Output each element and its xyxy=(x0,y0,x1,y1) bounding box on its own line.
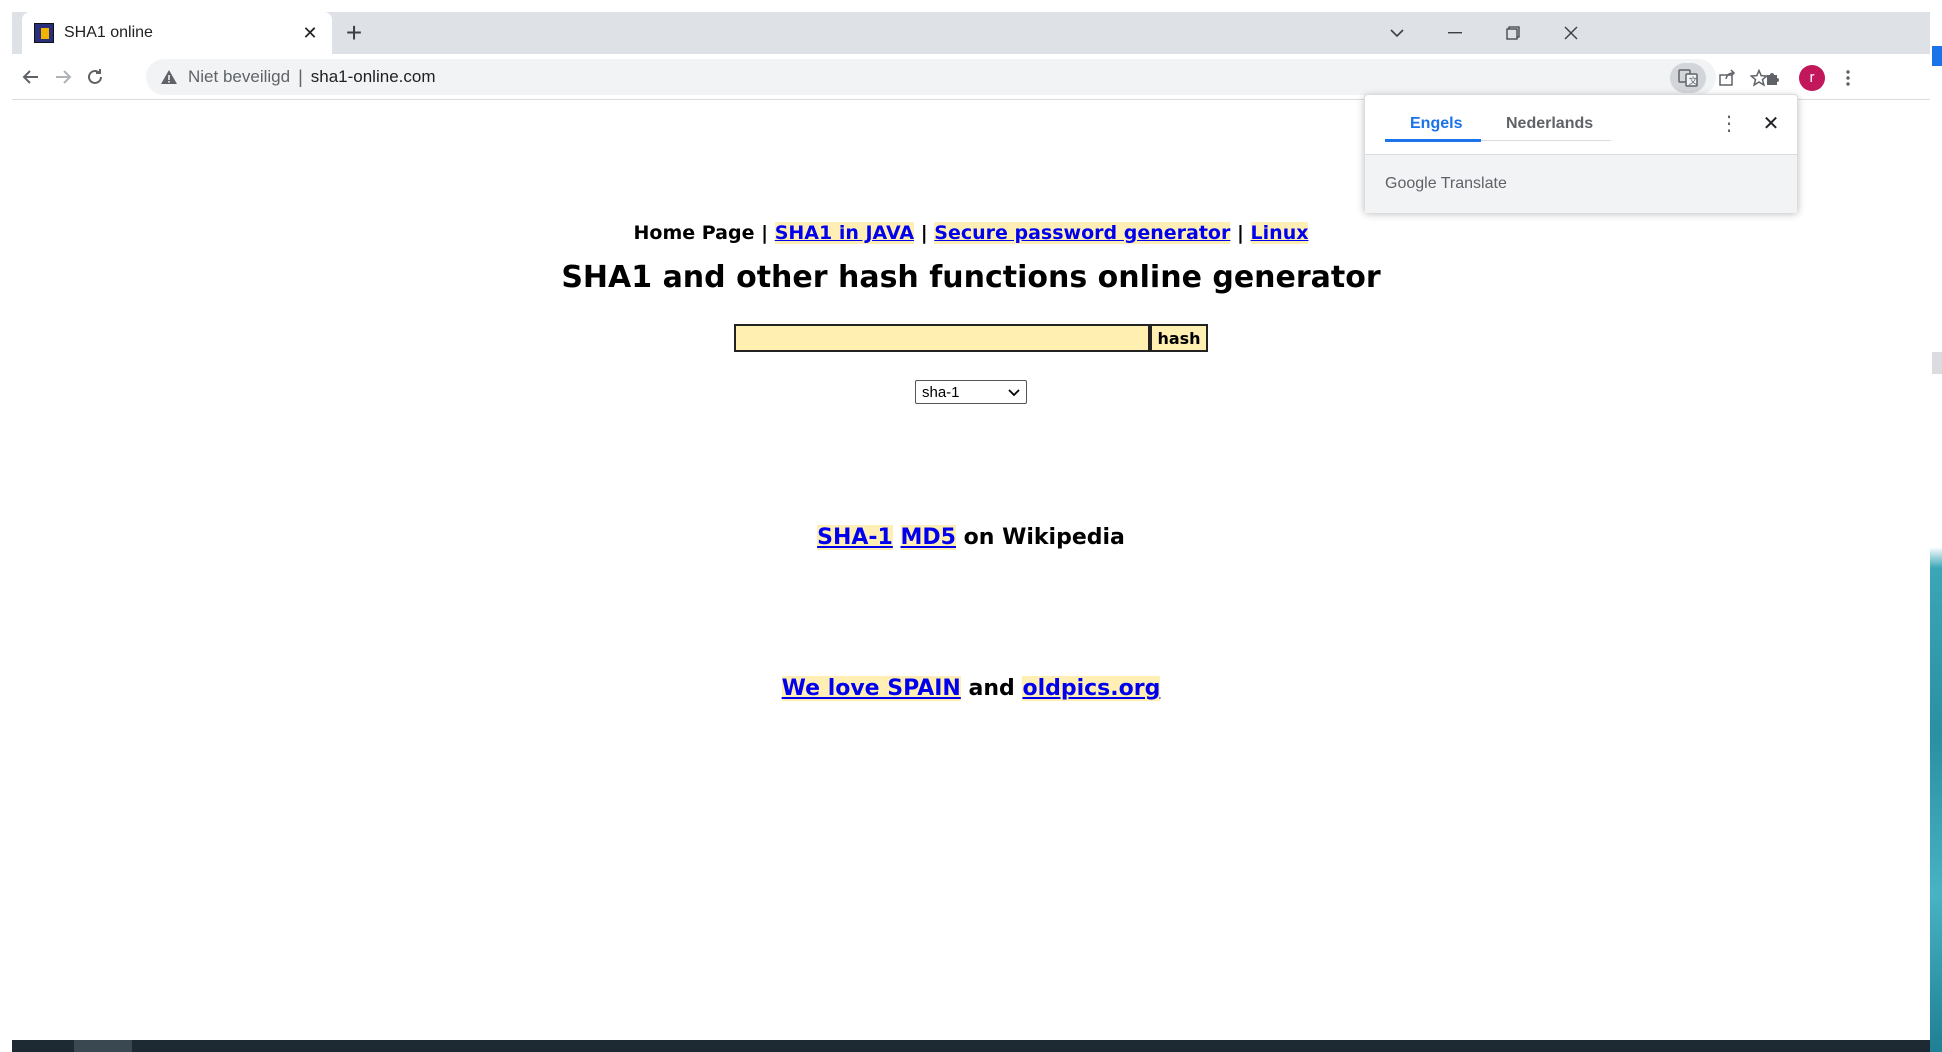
partner-joiner: and xyxy=(968,676,1015,701)
scrollbar-marker xyxy=(1932,352,1942,374)
page-title: SHA1 and other hash functions online gen… xyxy=(561,260,1381,295)
algorithm-row: sha-1 xyxy=(12,380,1930,404)
back-icon[interactable] xyxy=(14,60,48,94)
tab-title: SHA1 online xyxy=(64,24,153,41)
partner-links: We love SPAIN and oldpics.org xyxy=(12,676,1930,701)
desktop-edge-left xyxy=(0,0,12,1052)
reload-icon[interactable] xyxy=(78,60,112,94)
site-favicon-icon xyxy=(34,23,54,43)
nav-separator: | xyxy=(920,222,928,244)
home-page-label: Home Page xyxy=(633,222,755,244)
new-tab-button[interactable]: + xyxy=(338,18,370,50)
url-text[interactable]: sha1-online.com xyxy=(311,67,436,87)
taskbar-active-app[interactable] xyxy=(74,1040,132,1052)
oldpics-link[interactable]: oldpics.org xyxy=(1022,676,1161,701)
tab-strip: SHA1 online ✕ + xyxy=(12,12,1930,54)
active-tab-indicator xyxy=(1385,139,1481,142)
hash-text-input[interactable] xyxy=(734,324,1150,352)
browser-tab[interactable]: SHA1 online ✕ xyxy=(22,12,332,54)
nav-separator: | xyxy=(1236,222,1244,244)
avatar-initial: r xyxy=(1799,65,1825,91)
wikipedia-suffix: on Wikipedia xyxy=(963,525,1125,550)
taskbar xyxy=(12,1040,1930,1052)
wikipedia-links: SHA-1 MD5 on Wikipedia xyxy=(12,525,1930,550)
tab-divider xyxy=(1481,140,1611,141)
algorithm-selected-value: sha-1 xyxy=(922,383,960,401)
tab-search-icon[interactable] xyxy=(1368,12,1426,54)
browser-chrome: SHA1 online ✕ + Niet beveiligd | sha1-on… xyxy=(12,12,1930,100)
tab-language-english[interactable]: Engels xyxy=(1410,115,1462,133)
profile-avatar[interactable]: r xyxy=(1796,62,1828,94)
sha1-java-link[interactable]: SHA1 in JAVA xyxy=(774,222,915,244)
kebab-menu-icon[interactable] xyxy=(1832,62,1864,94)
web-page: Home Page | SHA1 in JAVA | Secure passwo… xyxy=(12,100,1930,1040)
hash-button[interactable]: hash xyxy=(1150,324,1208,352)
address-bar[interactable]: Niet beveiligd | sha1-online.com 文 xyxy=(146,59,1768,95)
tab-close-icon[interactable]: ✕ xyxy=(300,23,320,43)
linux-link[interactable]: Linux xyxy=(1250,222,1309,244)
site-navigation: Home Page | SHA1 in JAVA | Secure passwo… xyxy=(12,222,1930,244)
share-icon[interactable] xyxy=(1712,63,1742,93)
nav-separator: | xyxy=(761,222,769,244)
password-generator-link[interactable]: Secure password generator xyxy=(934,222,1231,244)
security-status-label[interactable]: Niet beveiligd xyxy=(188,67,290,87)
hash-form: hash xyxy=(12,324,1930,352)
translate-popup: Engels Nederlands ⋮ ✕ Google Translate xyxy=(1364,94,1798,213)
tab-language-dutch[interactable]: Nederlands xyxy=(1506,115,1593,133)
desktop-window-edge xyxy=(1932,46,1942,66)
svg-text:文: 文 xyxy=(1689,75,1698,87)
desktop-edge-right xyxy=(1930,0,1942,1052)
forward-icon[interactable] xyxy=(46,60,80,94)
translate-icon[interactable]: 文 xyxy=(1670,63,1706,93)
restore-icon[interactable] xyxy=(1484,12,1542,54)
sha1-wikipedia-link[interactable]: SHA-1 xyxy=(817,525,893,550)
translate-popup-footer: Google Translate xyxy=(1365,155,1797,213)
chevron-down-icon xyxy=(1008,384,1020,401)
window-close-icon[interactable] xyxy=(1542,12,1600,54)
translate-popup-header: Engels Nederlands ⋮ ✕ xyxy=(1365,95,1797,155)
google-translate-logo: Google Translate xyxy=(1385,175,1507,192)
extensions-icon[interactable] xyxy=(1757,62,1789,94)
we-love-spain-link[interactable]: We love SPAIN xyxy=(781,676,961,701)
algorithm-select[interactable]: sha-1 xyxy=(915,380,1027,404)
translate-close-icon[interactable]: ✕ xyxy=(1759,111,1783,135)
translate-options-icon[interactable]: ⋮ xyxy=(1717,111,1741,135)
minimize-icon[interactable] xyxy=(1426,12,1484,54)
warning-icon[interactable] xyxy=(160,68,178,86)
md5-wikipedia-link[interactable]: MD5 xyxy=(900,525,956,550)
omnibox-separator: | xyxy=(298,66,303,87)
